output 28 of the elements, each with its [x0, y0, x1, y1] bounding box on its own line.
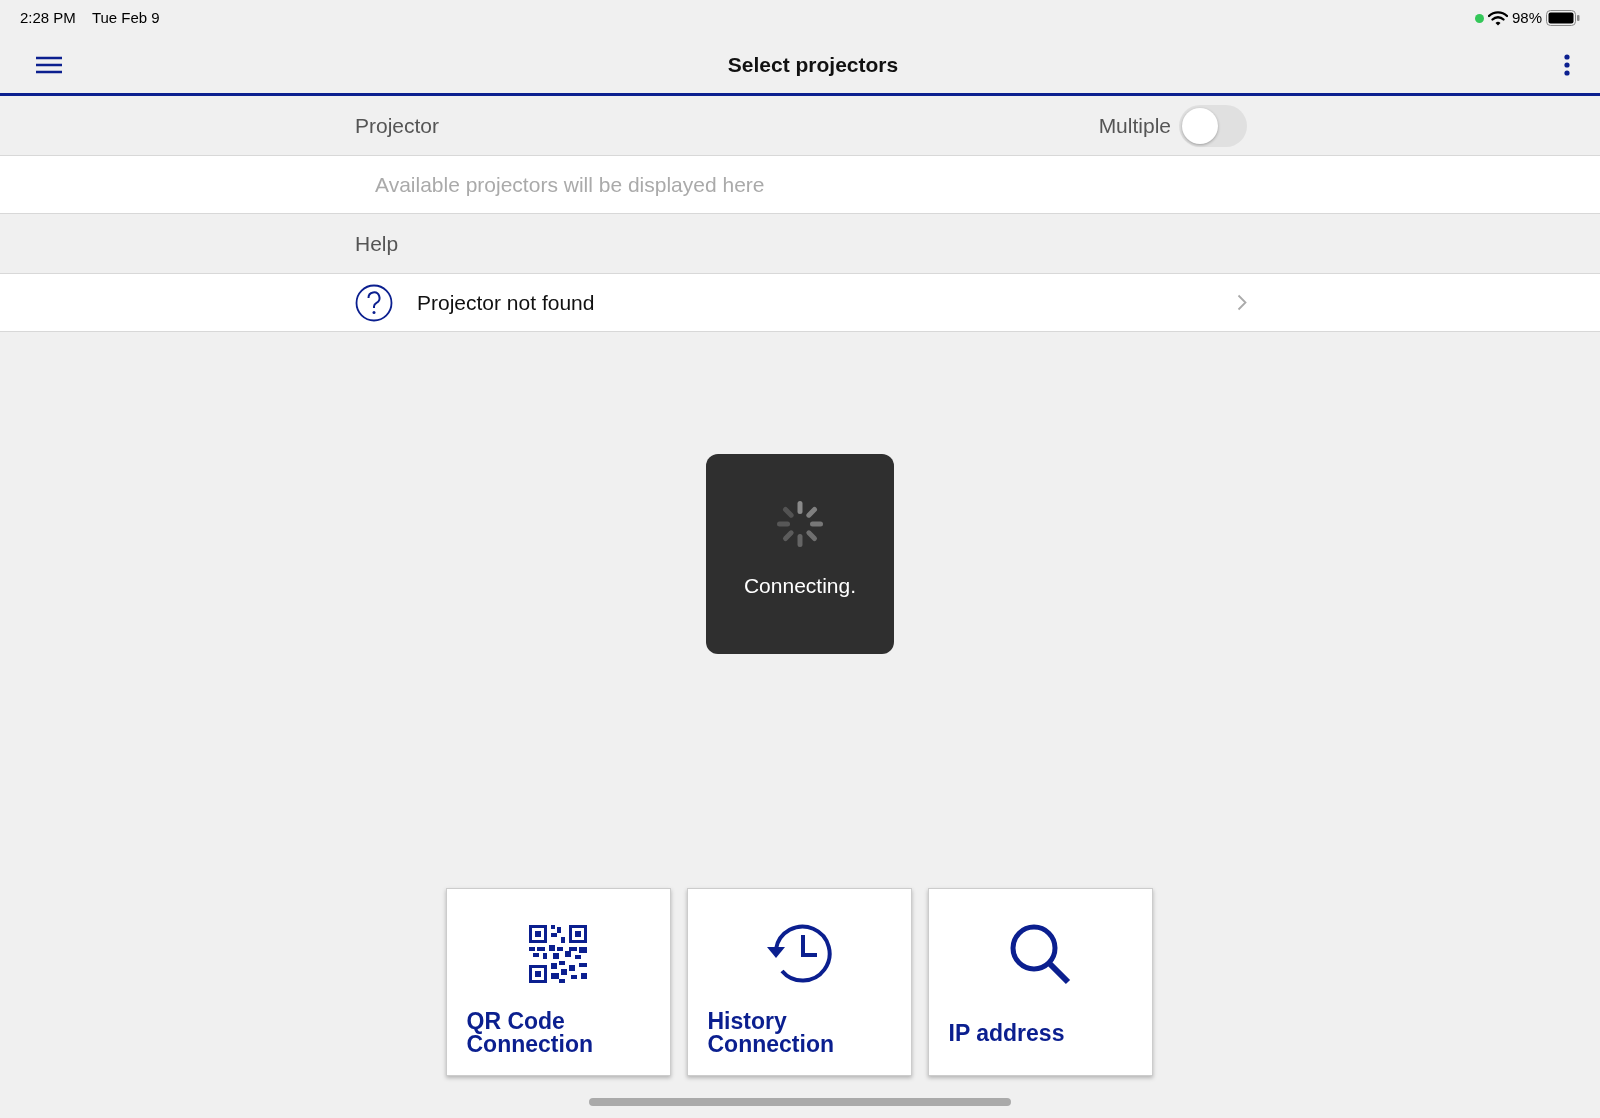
empty-list-message: Available projectors will be displayed here: [374, 171, 765, 198]
connection-tile[interactable]: History Connection: [686, 888, 912, 1076]
spinner-icon: [776, 500, 824, 548]
toggle-label: Multiple: [1098, 112, 1171, 139]
toast-message: Connecting.: [743, 573, 857, 599]
menu-icon[interactable]: [36, 55, 62, 74]
multiple-toggle[interactable]: [1179, 104, 1247, 147]
status-date: Tue Feb 9: [91, 7, 160, 28]
connection-tile[interactable]: QR Code Connection: [445, 888, 671, 1076]
indicator-dot-icon: [1474, 13, 1484, 23]
battery-icon: [1546, 10, 1580, 26]
clock-history-icon: [765, 923, 833, 985]
section-title: Projector: [355, 112, 440, 139]
chevron-right-icon: [1237, 294, 1247, 311]
more-options-icon[interactable]: [1564, 53, 1570, 76]
page-title: Select projectors: [727, 51, 899, 78]
status-time: 2:28 PM: [20, 7, 76, 28]
help-item-label: Projector not found: [417, 289, 595, 316]
battery-percent: 98%: [1511, 7, 1542, 28]
connection-tile[interactable]: IP address: [927, 888, 1153, 1076]
tile-label: IP address: [948, 1021, 1065, 1045]
wifi-icon: [1487, 10, 1508, 26]
question-circle-icon: [355, 283, 393, 322]
tile-label: QR Code Connection: [466, 1010, 594, 1056]
section-title: Help: [355, 230, 399, 257]
search-icon: [1009, 923, 1071, 985]
tile-label: History Connection: [707, 1010, 835, 1056]
qr-code-icon: [529, 925, 587, 983]
